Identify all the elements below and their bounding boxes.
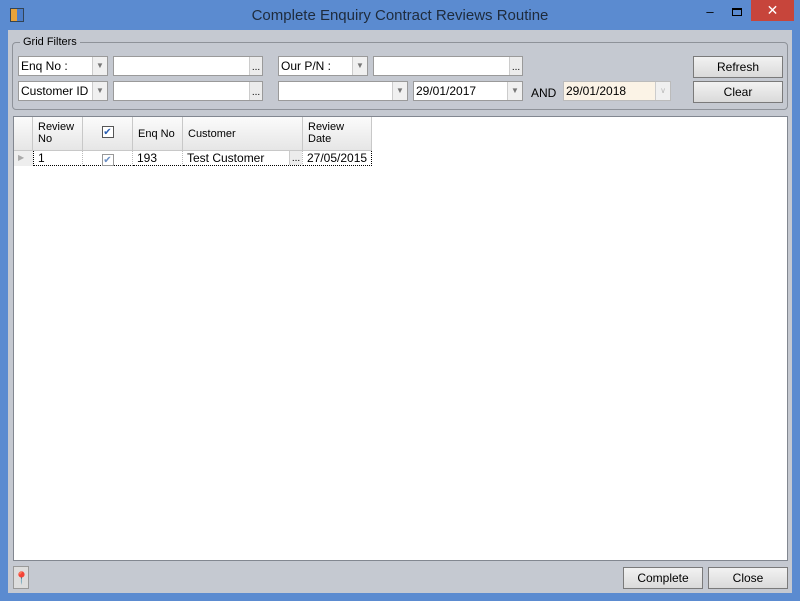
reviews-grid[interactable]: Review No ✔ Enq No Customer Review Date ▶ … <box>13 116 788 561</box>
filter2-browse-button[interactable]: ... <box>249 82 262 100</box>
grid-filters-label: Grid Filters <box>20 36 80 48</box>
date-to-picker[interactable]: 29/01/2018 ∨ <box>563 81 671 101</box>
and-label: AND <box>531 86 557 100</box>
cell-customer[interactable]: Test Customer... <box>183 151 303 166</box>
filter3-browse-button[interactable]: ... <box>509 57 522 75</box>
calendar-dropdown-icon[interactable]: ▼ <box>507 82 522 100</box>
date-from-value: 29/01/2017 <box>416 84 477 98</box>
filter3-field-combo[interactable]: Our P/N : ▼ <box>278 56 368 76</box>
col-customer[interactable]: Customer <box>183 117 303 151</box>
filter1-field-value: Enq No : <box>21 59 68 73</box>
col-review-no[interactable]: Review No <box>33 117 83 151</box>
filter2-value-input[interactable]: ... <box>113 81 263 101</box>
cell-review-date[interactable]: 27/05/2015 <box>303 151 372 166</box>
filter3-value-input[interactable]: ... <box>373 56 523 76</box>
filter3-field-value: Our P/N : <box>281 59 332 73</box>
filter1-field-combo[interactable]: Enq No : ▼ <box>18 56 108 76</box>
dropdown-arrow-icon[interactable]: ▼ <box>392 82 407 100</box>
col-review-no-label: Review No <box>38 121 75 145</box>
row-header-corner <box>14 117 33 151</box>
row-checkbox[interactable]: ✔ <box>101 154 114 166</box>
minimize-button[interactable]: – <box>697 4 723 22</box>
date-from-picker[interactable]: 29/01/2017 ▼ <box>413 81 523 101</box>
cell-checkbox[interactable]: ✔ <box>83 151 133 166</box>
select-all-checkbox[interactable]: ✔ <box>101 126 114 138</box>
filter2-field-combo[interactable]: Customer ID : ▼ <box>18 81 108 101</box>
window-title: Complete Enquiry Contract Reviews Routin… <box>251 7 549 24</box>
customer-value: Test Customer <box>187 151 265 165</box>
dropdown-arrow-icon[interactable]: ▼ <box>92 57 107 75</box>
date-to-value: 29/01/2018 <box>566 84 627 98</box>
calendar-dropdown-icon[interactable]: ∨ <box>655 82 670 100</box>
col-enq-no[interactable]: Enq No <box>133 117 183 151</box>
refresh-button[interactable]: Refresh <box>693 56 783 78</box>
filter1-value-input[interactable]: ... <box>113 56 263 76</box>
customer-browse-button[interactable]: ... <box>289 151 302 165</box>
pin-icon[interactable]: 📍 <box>13 566 29 589</box>
clear-button[interactable]: Clear <box>693 81 783 103</box>
cell-review-no[interactable]: 1 <box>33 151 83 166</box>
col-select-all[interactable]: ✔ <box>83 117 133 151</box>
row-selector[interactable]: ▶ <box>14 151 33 166</box>
col-review-date-label: Review Date <box>308 121 345 145</box>
close-button[interactable]: Close <box>708 567 788 589</box>
date-field-combo[interactable]: ▼ <box>278 81 408 101</box>
maximize-button[interactable] <box>724 4 750 22</box>
col-review-date[interactable]: Review Date <box>303 117 372 151</box>
filter1-browse-button[interactable]: ... <box>249 57 262 75</box>
filter2-field-value: Customer ID : <box>21 84 96 98</box>
complete-button[interactable]: Complete <box>623 567 703 589</box>
close-window-button[interactable]: ✕ <box>751 0 794 21</box>
dropdown-arrow-icon[interactable]: ▼ <box>92 82 107 100</box>
maximize-icon <box>732 8 742 16</box>
cell-enq-no[interactable]: 193 <box>133 151 183 166</box>
dropdown-arrow-icon[interactable]: ▼ <box>352 57 367 75</box>
